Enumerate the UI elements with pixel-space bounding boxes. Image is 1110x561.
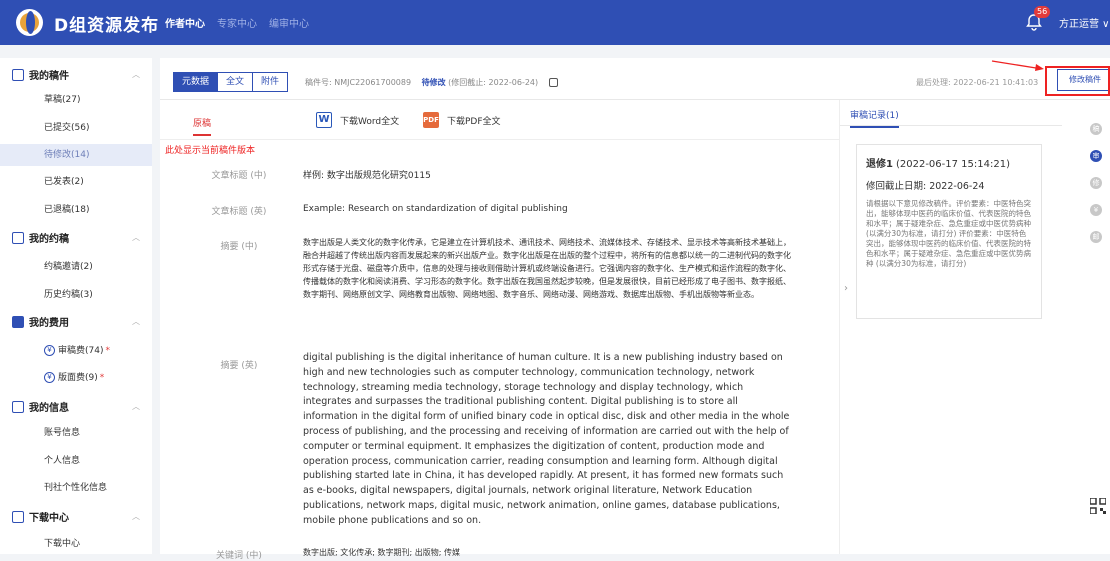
sidebar-group-manuscripts[interactable]: 我的稿件 ︿ [12,67,144,82]
fee-icon [12,315,24,328]
abstract-en: digital publishing is the digital inheri… [303,352,790,526]
fee-icon[interactable]: ¥ [1090,204,1102,216]
sidebar-item-submitted[interactable]: 已提交(56) [0,117,152,139]
side-icon-bar: 稿 审 修 ¥ 邮 [1090,123,1106,258]
field-label: 摘要 (英) [220,361,258,371]
highlight-box [1045,66,1110,96]
review-deadline: 修回截止日期: 2022-06-24 [866,181,985,192]
user-menu[interactable]: 方正运营 ∨ [1059,15,1110,30]
revision-deadline: (修回截止: 2022-06-24) [448,78,539,87]
segment-metadata[interactable]: 元数据 [174,73,218,91]
nav-expert-center[interactable]: 专家中心 [217,15,257,30]
nav-editor-center[interactable]: 编审中心 [269,15,309,30]
sidebar-item-invite-requests[interactable]: 约稿邀请(2) [0,256,152,278]
status-badge: 待修改 [421,78,446,87]
tab-original[interactable]: 原稿 [193,116,212,136]
sidebar-group-downloads[interactable]: 下载中心 ︿ [12,509,144,524]
abstract-zh: 数字出版是人类文化的数字化传承，它是建立在计算机技术、通讯技术、网络技术、流媒体… [303,238,791,299]
profile-icon [12,400,24,413]
pdf-icon: PDF [423,112,439,128]
copy-icon[interactable] [548,78,558,87]
coin-icon: ¥ [44,372,55,383]
chevron-up-icon: ︿ [132,512,140,521]
title-en: Example: Research on standardization of … [303,204,568,214]
chevron-up-icon: ︿ [132,317,140,326]
brand-title: D组资源发布 [54,16,160,36]
sidebar-item-rejected[interactable]: 已退稿(18) [0,199,152,221]
mail-icon[interactable]: 邮 [1090,231,1102,243]
notification-badge: 56 [1034,6,1051,18]
version-note: 此处显示当前稿件版本 [165,146,256,156]
sidebar-group-invitations[interactable]: 我的约稿 ︿ [12,230,144,245]
field-label: 关键词 (中) [216,551,262,561]
sidebar-item-to-revise[interactable]: 待修改(14) [0,144,152,166]
review-icon[interactable]: 审 [1090,150,1102,162]
word-icon: W [316,112,332,128]
download-word-button[interactable]: W 下载Word全文 [316,112,399,128]
review-title: 退修1 (2022-06-17 15:14:21) [866,159,1010,170]
sidebar-item-account-info[interactable]: 账号信息 [0,422,152,444]
sidebar-item-invite-history[interactable]: 历史约稿(3) [0,284,152,306]
arrow-icon [991,60,1044,71]
chevron-up-icon: ︿ [132,233,140,242]
chevron-up-icon: ︿ [132,402,140,411]
sidebar-item-page-fee[interactable]: ¥ 版面费(9) * [0,367,152,389]
revise-icon[interactable]: 修 [1090,177,1102,189]
sidebar-item-download-center[interactable]: 下载中心 [0,533,152,555]
sidebar-group-info[interactable]: 我的信息 ︿ [12,399,144,414]
view-segment: 元数据 全文 附件 [173,72,289,92]
top-nav: 作者中心 专家中心 编审中心 [165,15,309,30]
invitation-icon [12,231,24,244]
review-tab-line [840,125,1062,126]
sidebar: 我的稿件 ︿ 草稿(27) 已提交(56) 待修改(14) 已发表(2) 已退稿(… [0,58,152,554]
document-icon [12,68,24,81]
main-content: 元数据 全文 附件 稿件号: NMJC22061700089 待修改 (修回截止… [160,58,1110,561]
sidebar-item-journal-settings[interactable]: 刊社个性化信息 [0,477,152,499]
segment-attachments[interactable]: 附件 [252,73,287,91]
sidebar-item-review-fee[interactable]: ¥ 审稿费(74) * [0,340,152,362]
download-pdf-button[interactable]: PDF 下载PDF全文 [423,112,501,128]
chevron-right-icon[interactable]: › [844,283,848,294]
qr-code-icon[interactable] [1090,498,1106,514]
title-zh: 样例: 数字出版规范化研究0115 [303,171,431,181]
nav-author-center[interactable]: 作者中心 [165,15,205,30]
coin-icon: ¥ [44,345,55,356]
field-label: 文章标题 (英) [211,207,267,217]
keywords-zh: 数字出版; 文化传承; 数字期刊; 出版物; 传媒 [303,548,460,557]
chevron-up-icon: ︿ [132,70,140,79]
download-icon [12,510,24,523]
field-label: 摘要 (中) [220,242,258,252]
required-star: * [99,373,105,383]
segment-fulltext[interactable]: 全文 [217,73,252,91]
manuscript-toolbar: 元数据 全文 附件 稿件号: NMJC22061700089 待修改 (修回截止… [160,58,1110,100]
field-label: 文章标题 (中) [211,171,267,181]
doc-header: 原稿 W 下载Word全文 PDF 下载PDF全文 [160,100,840,140]
manuscript-number: 稿件号: NMJC22061700089 [305,78,412,87]
sidebar-item-drafts[interactable]: 草稿(27) [0,89,152,111]
logo-icon [16,9,43,36]
top-bar: D组资源发布 作者中心 专家中心 编审中心 56 方正运营 ∨ [0,0,1110,45]
required-star: * [105,346,110,356]
last-processed: 最后处理: 2022-06-21 10:41:03 [916,78,1039,87]
sidebar-group-fees[interactable]: 我的费用 ︿ [12,314,144,329]
panel-divider [839,100,840,554]
review-card: 退修1 (2022-06-17 15:14:21) 修回截止日期: 2022-06… [856,144,1042,319]
review-comments: 请根据以下意见修改稿件。评价要素：中医特色突出，能够体现中医药的临床价值、代表医… [866,199,1031,268]
manuscript-meta: 稿件号: NMJC22061700089 待修改 (修回截止: 2022-06-… [305,77,558,88]
sidebar-item-personal-info[interactable]: 个人信息 [0,450,152,472]
manuscript-icon[interactable]: 稿 [1090,123,1102,135]
sidebar-item-published[interactable]: 已发表(2) [0,171,152,193]
